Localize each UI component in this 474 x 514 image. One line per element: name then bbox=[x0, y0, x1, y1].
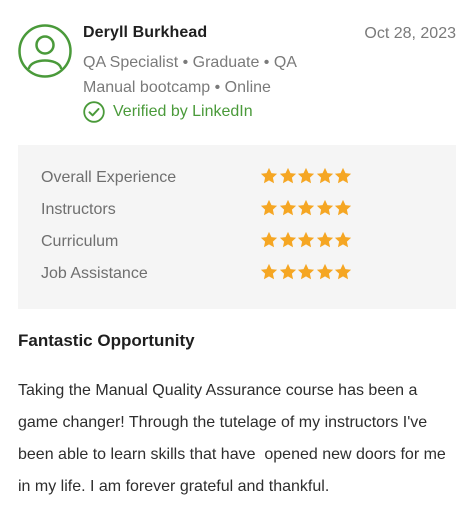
star-icon bbox=[316, 167, 333, 184]
user-avatar-icon bbox=[18, 24, 72, 78]
star-icon bbox=[316, 263, 333, 280]
star-icon bbox=[260, 167, 278, 184]
verified-badge: Verified by LinkedIn bbox=[83, 101, 253, 123]
review-date: Oct 28, 2023 bbox=[364, 25, 456, 42]
star-rating bbox=[260, 263, 353, 281]
star-icon bbox=[260, 199, 278, 216]
star-icon bbox=[260, 231, 278, 248]
ratings-panel: Overall Experience Instructors Curriculu… bbox=[18, 145, 456, 309]
star-icon bbox=[334, 231, 352, 248]
star-icon bbox=[279, 263, 296, 280]
review-body: Taking the Manual Quality Assurance cour… bbox=[18, 382, 451, 495]
check-circle-icon bbox=[83, 101, 105, 123]
star-icon bbox=[279, 167, 296, 184]
star-icon bbox=[297, 167, 315, 184]
star-icon bbox=[334, 167, 352, 184]
star-icon bbox=[297, 231, 315, 248]
star-rating bbox=[260, 199, 353, 217]
reviewer-meta: QA Specialist • Graduate • QA Manual boo… bbox=[83, 54, 297, 96]
star-rating bbox=[260, 231, 353, 249]
review-title: Fantastic Opportunity bbox=[18, 331, 195, 350]
star-icon bbox=[334, 199, 352, 216]
star-icon bbox=[316, 231, 333, 248]
star-icon bbox=[334, 263, 352, 280]
star-icon bbox=[297, 263, 315, 280]
rating-label: Instructors bbox=[41, 201, 116, 218]
star-icon bbox=[316, 199, 333, 216]
star-rating bbox=[260, 167, 353, 185]
star-icon bbox=[279, 231, 296, 248]
star-icon bbox=[297, 199, 315, 216]
rating-label: Curriculum bbox=[41, 233, 119, 250]
rating-row-job-assistance: Job Assistance bbox=[41, 262, 441, 286]
verified-label: Verified by LinkedIn bbox=[113, 103, 253, 120]
rating-label: Overall Experience bbox=[41, 169, 177, 186]
rating-row-overall-experience: Overall Experience bbox=[41, 166, 441, 190]
rating-row-instructors: Instructors bbox=[41, 198, 441, 222]
reviewer-name: Deryll Burkhead bbox=[83, 24, 208, 41]
star-icon bbox=[279, 199, 296, 216]
review-card: Deryll Burkhead Oct 28, 2023 QA Speciali… bbox=[0, 0, 474, 514]
star-icon bbox=[260, 263, 278, 280]
rating-label: Job Assistance bbox=[41, 265, 148, 282]
rating-row-curriculum: Curriculum bbox=[41, 230, 441, 254]
